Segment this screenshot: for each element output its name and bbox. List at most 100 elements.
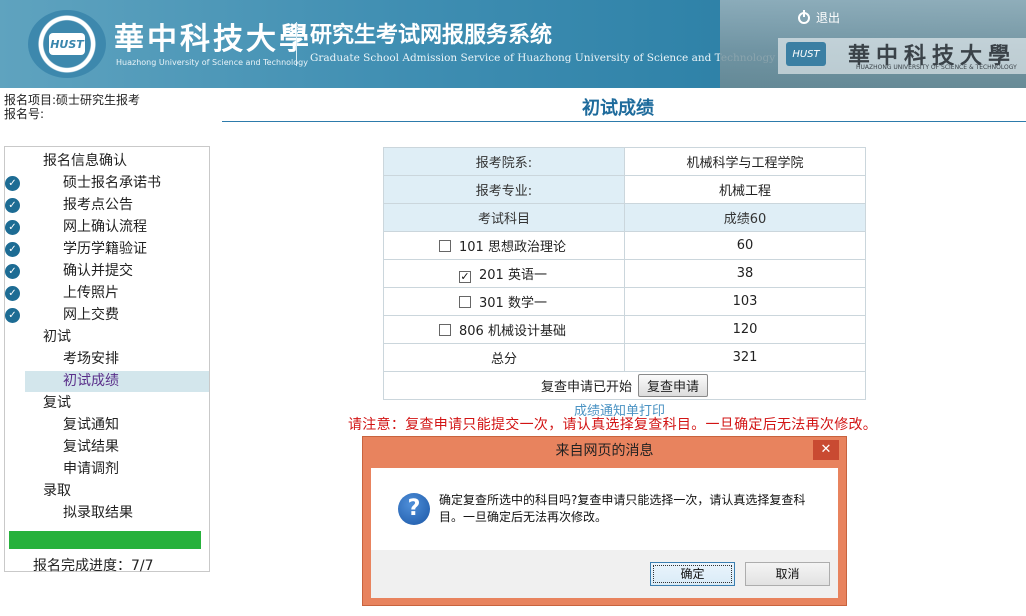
dept-label: 报考院系: <box>383 147 625 176</box>
score-cell: 60 <box>624 231 866 260</box>
check-icon: ✓ <box>5 286 20 301</box>
logout-button[interactable]: 退出 <box>798 9 840 26</box>
dialog-title: 来自网页的消息 <box>555 443 654 459</box>
total-value: 321 <box>624 343 866 372</box>
check-icon: ✓ <box>5 176 20 191</box>
university-name-en: Huazhong University of Science and Techn… <box>116 58 308 67</box>
check-icon: ✓ <box>5 264 20 279</box>
table-row: 报考专业: 机械工程 <box>383 175 866 204</box>
table-row: 101 思想政治理论 60 <box>383 231 866 260</box>
sidebar: 报名信息确认 ✓ 硕士报名承诺书 ✓ 报考点公告 ✓ 网上确认流程 ✓ 学历学籍验证 ✓… <box>4 146 210 574</box>
sidebar-item-retest-notice[interactable]: 复试通知 <box>5 415 209 436</box>
score-table: 报考院系: 机械科学与工程学院 报考专业: 机械工程 考试科目 成绩60 101… <box>383 147 866 400</box>
table-row: 301 数学一 103 <box>383 287 866 316</box>
table-row: 报考院系: 机械科学与工程学院 <box>383 147 866 176</box>
subject-checkbox[interactable] <box>439 324 451 336</box>
recheck-row: 复查申请已开始 复查申请 <box>383 371 866 400</box>
score-cell: 103 <box>624 287 866 316</box>
message-dialog: 来自网页的消息 ✕ ? 确定复查所选中的科目吗?复查申请只能选择一次，请认真选择… <box>362 436 847 606</box>
sidebar-item-payment[interactable]: ✓ 网上交费 <box>5 305 209 326</box>
sidebar-item-education-verify[interactable]: ✓ 学历学籍验证 <box>5 239 209 260</box>
sidebar-item-label: 网上确认流程 <box>63 219 147 235</box>
dialog-body: ? 确定复查所选中的科目吗?复查申请只能选择一次，请认真选择复查科目。一旦确定后… <box>371 468 838 598</box>
subject-checkbox[interactable] <box>439 240 451 252</box>
question-icon: ? <box>398 493 430 525</box>
subject-cell: 806 机械设计基础 <box>383 315 625 344</box>
header-divider <box>296 22 297 66</box>
system-title-cn: 研究生考试网报服务系统 <box>310 23 553 48</box>
sidebar-item-admission-result[interactable]: 拟录取结果 <box>5 503 209 524</box>
header-banner: HUST 華中科技大學 Huazhong University of Scien… <box>0 0 1026 88</box>
sidebar-item-label: 确认并提交 <box>63 263 133 279</box>
photo-university-subtext: HUAZHONG UNIVERSITY OF SCIENCE & TECHNOL… <box>856 64 1017 71</box>
sidebar-item-label: 复试结果 <box>63 439 119 455</box>
total-label: 总分 <box>383 343 625 372</box>
subject-name: 101 思想政治理论 <box>459 240 566 255</box>
university-seal-logo: HUST <box>28 10 106 78</box>
page-title: 初试成绩 <box>582 98 654 119</box>
check-icon: ✓ <box>5 198 20 213</box>
major-label: 报考专业: <box>383 175 625 204</box>
reg-no-label: 报名号: <box>4 107 45 121</box>
score-cell: 120 <box>624 315 866 344</box>
subject-cell: 101 思想政治理论 <box>383 231 625 260</box>
sidebar-item-transfer[interactable]: 申请调剂 <box>5 459 209 480</box>
sidebar-item-label: 报考点公告 <box>63 197 133 213</box>
dept-value: 机械科学与工程学院 <box>624 147 866 176</box>
subject-checkbox-checked[interactable]: ✓ <box>459 271 471 283</box>
recheck-cell: 复查申请已开始 复查申请 <box>383 371 866 400</box>
subject-name: 806 机械设计基础 <box>459 324 566 339</box>
registration-info: 报名项目:硕士研究生报考 报名号: <box>4 93 140 121</box>
sidebar-item-confirm-submit[interactable]: ✓ 确认并提交 <box>5 261 209 282</box>
sidebar-item-label: 学历学籍验证 <box>63 241 147 257</box>
sidebar-item-label: 网上交费 <box>63 307 119 323</box>
cancel-button[interactable]: 取消 <box>745 562 830 586</box>
major-value: 机械工程 <box>624 175 866 204</box>
focus-ring <box>653 565 732 583</box>
seal-text: HUST <box>49 33 85 55</box>
table-row: 总分 321 <box>383 343 866 372</box>
sidebar-item-exam-room[interactable]: 考场安排 <box>5 349 209 370</box>
sidebar-section-registration: 报名信息确认 <box>43 153 127 169</box>
sidebar-item-prelim-scores[interactable]: 初试成绩 <box>25 371 209 392</box>
sidebar-item-label: 上传照片 <box>63 285 119 301</box>
sidebar-item-announcement[interactable]: ✓ 报考点公告 <box>5 195 209 216</box>
table-header-row: 考试科目 成绩60 <box>383 203 866 232</box>
score-header: 成绩60 <box>624 203 866 232</box>
recheck-status: 复查申请已开始 <box>540 380 632 395</box>
table-row: 806 机械设计基础 120 <box>383 315 866 344</box>
ok-button[interactable]: 确定 <box>650 562 735 586</box>
subject-checkbox[interactable] <box>459 296 471 308</box>
sidebar-item-confirm-process[interactable]: ✓ 网上确认流程 <box>5 217 209 238</box>
sidebar-item-label: 申请调剂 <box>63 461 119 477</box>
progress-bar <box>9 531 201 549</box>
subject-header: 考试科目 <box>383 203 625 232</box>
check-icon: ✓ <box>5 308 20 323</box>
project-value: 硕士研究生报考 <box>56 93 141 107</box>
subject-cell: 301 数学一 <box>383 287 625 316</box>
subject-cell: ✓ 201 英语一 <box>383 259 625 288</box>
sidebar-item-label: 初试成绩 <box>63 373 119 389</box>
progress-text: 报名完成进度：7/7 <box>33 558 154 574</box>
recheck-notice: 请注意：复查申请只能提交一次，请认真选择复查科目。一旦确定后无法再次修改。 <box>348 417 878 433</box>
check-icon: ✓ <box>5 242 20 257</box>
sidebar-item-label: 考场安排 <box>63 351 119 367</box>
score-cell: 38 <box>624 259 866 288</box>
close-button[interactable]: ✕ <box>813 440 839 460</box>
sidebar-item-retest-result[interactable]: 复试结果 <box>5 437 209 458</box>
project-label: 报名项目: <box>4 93 57 107</box>
title-underline <box>222 121 1026 122</box>
subject-name: 301 数学一 <box>479 296 547 311</box>
sidebar-item-pledge[interactable]: ✓ 硕士报名承诺书 <box>5 173 209 194</box>
progress-fill <box>9 531 201 549</box>
cancel-label: 取消 <box>775 567 800 581</box>
sidebar-item-label: 拟录取结果 <box>63 505 133 521</box>
recheck-button[interactable]: 复查申请 <box>638 374 709 397</box>
subject-name: 201 英语一 <box>479 268 547 283</box>
system-title-en: Graduate School Admission Service of Hua… <box>310 52 776 64</box>
university-name-cn: 華中科技大學 <box>114 22 312 57</box>
photo-logo: HUST <box>786 42 826 66</box>
logout-label: 退出 <box>816 11 841 25</box>
sidebar-section-retest: 复试 <box>43 395 71 411</box>
sidebar-item-upload-photo[interactable]: ✓ 上传照片 <box>5 283 209 304</box>
